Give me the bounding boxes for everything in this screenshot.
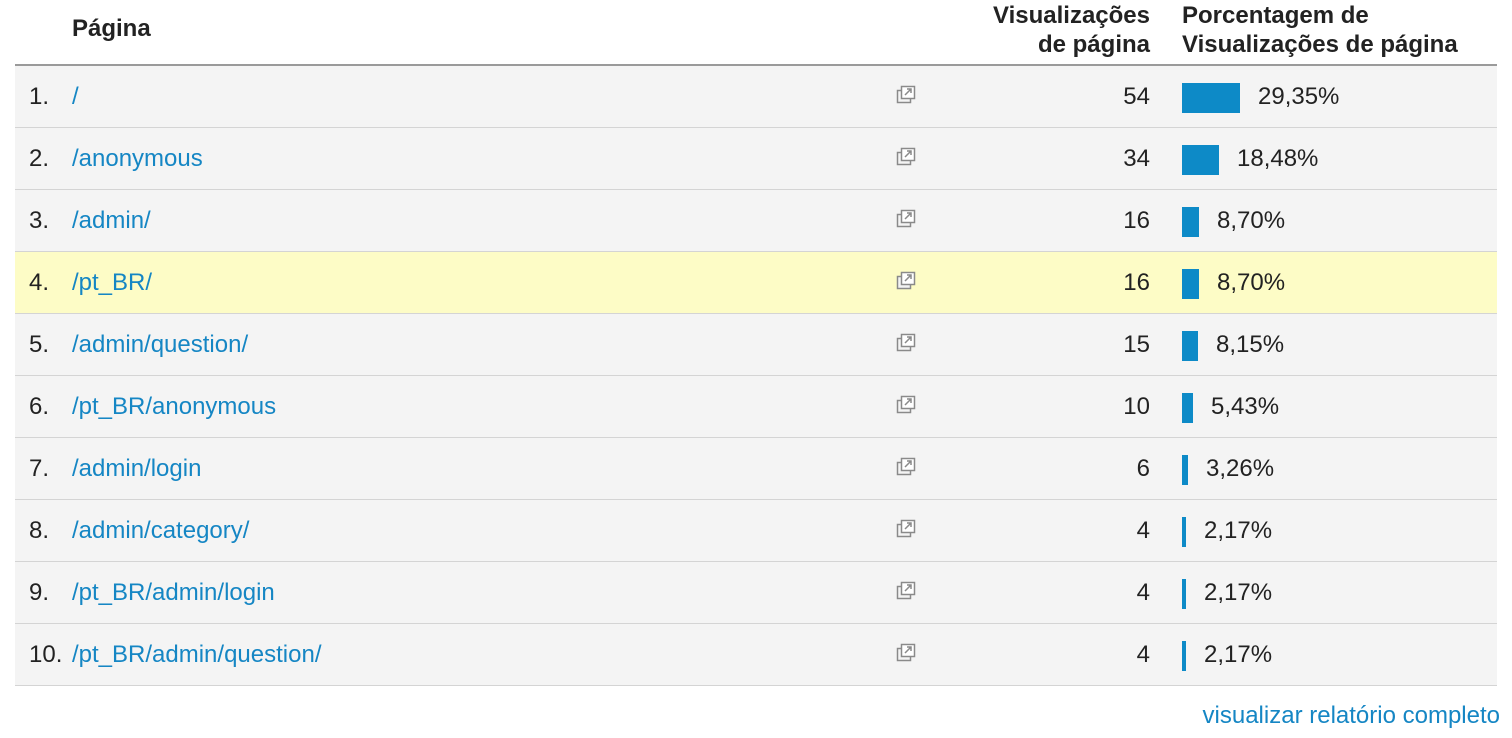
row-rank: 8. [29,517,50,544]
full-report-link[interactable]: visualizar relatório completo [1203,702,1500,730]
open-in-new-window-icon[interactable] [894,517,918,541]
percentage-value: 18,48% [1237,145,1319,172]
open-in-new-window-icon[interactable] [894,331,918,355]
row-rank: 1. [29,83,50,110]
page-link[interactable]: /admin/login [72,455,201,483]
open-in-new-window-icon[interactable] [894,579,918,603]
row-rank: 2. [29,145,50,172]
page-link[interactable]: /admin/category/ [72,517,249,545]
row-rank: 5. [29,331,50,358]
table-row: 7. /admin/login 6 3,26% [15,438,1497,500]
views-header-line2: de página [1037,31,1150,58]
percentage-value: 2,17% [1204,641,1273,668]
table-row: 4. /pt_BR/ 16 8,70% [15,252,1497,314]
row-rank: 7. [29,455,50,482]
percentage-value: 3,26% [1206,455,1275,482]
row-rank: 4. [29,269,50,296]
open-in-new-window-icon[interactable] [894,641,918,665]
pageviews-value: 54 [1123,83,1150,110]
percentage-bar [1182,579,1186,609]
page-link[interactable]: /anonymous [72,145,203,173]
open-in-new-window-icon[interactable] [894,393,918,417]
table-row: 8. /admin/category/ 4 2,17% [15,500,1497,562]
pageviews-value: 4 [1136,517,1150,544]
table-row: 1. / 54 29,35% [15,66,1497,128]
pageviews-value: 16 [1123,207,1150,234]
percentage-bar [1182,517,1186,547]
page-link[interactable]: /pt_BR/admin/question/ [72,641,321,669]
percentage-bar [1182,207,1199,237]
pct-header-line2: Visualizações de página [1182,31,1458,58]
page-link[interactable]: /pt_BR/ [72,269,152,297]
pageviews-value: 15 [1123,331,1150,358]
page-link[interactable]: /admin/question/ [72,331,248,359]
table-row: 3. /admin/ 16 8,70% [15,190,1497,252]
percentage-value: 8,70% [1217,207,1286,234]
percentage-column-header: Porcentagem de Visualizações de página [1182,1,1458,59]
row-rank: 3. [29,207,50,234]
pageviews-value: 4 [1136,641,1150,668]
open-in-new-window-icon[interactable] [894,455,918,479]
pageviews-value: 34 [1123,145,1150,172]
table-row: 6. /pt_BR/anonymous 10 5,43% [15,376,1497,438]
percentage-bar [1182,455,1188,485]
page-link[interactable]: /pt_BR/admin/login [72,579,275,607]
open-in-new-window-icon[interactable] [894,207,918,231]
page-column-header: Página [72,15,151,42]
percentage-value: 8,70% [1217,269,1286,296]
top-pages-report: Página Visualizações de página Porcentag… [0,0,1512,738]
percentage-bar [1182,269,1199,299]
table-body: 1. / 54 29,35% 2. /anonymous 34 18,48% 3… [15,66,1497,686]
row-rank: 10. [29,641,63,668]
table-header: Página Visualizações de página Porcentag… [15,0,1497,66]
percentage-bar [1182,145,1219,175]
percentage-value: 5,43% [1211,393,1280,420]
percentage-bar [1182,331,1198,361]
pageviews-value: 16 [1123,269,1150,296]
open-in-new-window-icon[interactable] [894,269,918,293]
table-row: 9. /pt_BR/admin/login 4 2,17% [15,562,1497,624]
table-row: 5. /admin/question/ 15 8,15% [15,314,1497,376]
table-row: 10. /pt_BR/admin/question/ 4 2,17% [15,624,1497,686]
table-row: 2. /anonymous 34 18,48% [15,128,1497,190]
open-in-new-window-icon[interactable] [894,145,918,169]
row-rank: 6. [29,393,50,420]
percentage-bar [1182,641,1186,671]
pct-header-line1: Porcentagem de [1182,2,1369,29]
percentage-value: 29,35% [1258,83,1340,110]
pageviews-value: 4 [1136,579,1150,606]
page-link[interactable]: /admin/ [72,207,151,235]
percentage-bar [1182,83,1240,113]
page-link[interactable]: / [72,83,79,111]
percentage-value: 2,17% [1204,517,1273,544]
percentage-bar [1182,393,1193,423]
pageviews-value: 10 [1123,393,1150,420]
pageviews-value: 6 [1136,455,1150,482]
percentage-value: 2,17% [1204,579,1273,606]
views-column-header: Visualizações de página [993,1,1150,59]
percentage-value: 8,15% [1216,331,1285,358]
page-link[interactable]: /pt_BR/anonymous [72,393,276,421]
open-in-new-window-icon[interactable] [894,83,918,107]
views-header-line1: Visualizações [993,2,1150,29]
row-rank: 9. [29,579,50,606]
